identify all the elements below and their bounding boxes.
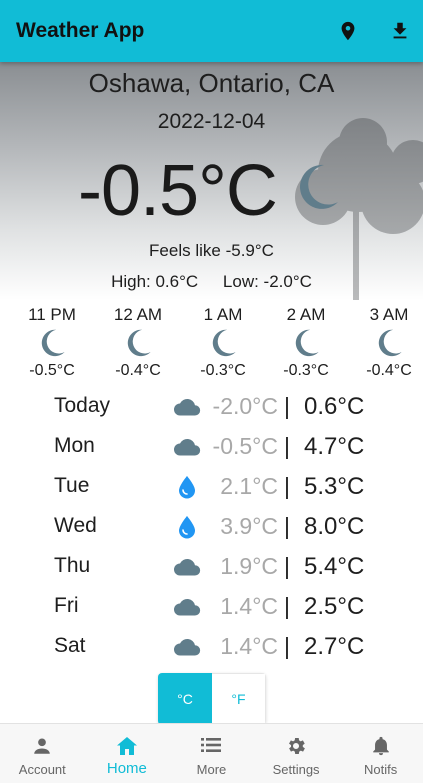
- location-name: Oshawa, Ontario, CA: [88, 68, 335, 98]
- day-low: -2.0°C: [212, 393, 278, 419]
- day-name: Mon: [54, 434, 95, 457]
- cloud-icon: [174, 598, 201, 616]
- day-high: 2.7°C: [304, 633, 365, 660]
- temp-separator: |: [284, 433, 290, 459]
- hourly-forecast[interactable]: 11 PM -0.5°C 12 AM -0.4°C 1 AM -0.3°C 2 …: [0, 304, 423, 384]
- current-temperature: -0.5°C: [78, 151, 278, 231]
- nav-label: Home: [106, 760, 147, 777]
- hour-temp: -0.4°C: [366, 362, 412, 379]
- high-temp: High: 0.6°C: [111, 272, 199, 291]
- day-name: Sat: [54, 634, 86, 657]
- hour-item: 1 AM -0.3°C: [188, 304, 258, 380]
- hour-time: 3 AM: [369, 305, 409, 324]
- celsius-button[interactable]: °C: [158, 673, 212, 725]
- moon-icon: [378, 329, 402, 357]
- nav-account[interactable]: Account: [0, 724, 85, 783]
- low-temp: Low: -2.0°C: [222, 272, 312, 291]
- cloud-icon: [174, 638, 201, 656]
- hour-item: 3 AM -0.4°C: [354, 304, 423, 380]
- feels-like: Feels like -5.9°C: [149, 241, 274, 260]
- unit-toggle: °C °F: [158, 673, 266, 725]
- list-icon: [201, 738, 222, 752]
- download-button[interactable]: [386, 17, 414, 45]
- download-icon: [393, 22, 407, 39]
- nav-settings[interactable]: Settings: [254, 724, 339, 783]
- daily-row: Fri 1.4°C | 2.5°C: [0, 588, 423, 628]
- temp-separator: |: [284, 473, 290, 499]
- high-low: High: 0.6°C Low: -2.0°C: [0, 272, 423, 292]
- day-high: 8.0°C: [304, 513, 365, 540]
- nav-home[interactable]: Home: [85, 724, 170, 783]
- day-low: 2.1°C: [220, 473, 278, 499]
- temp-separator: |: [284, 513, 290, 539]
- day-name: Fri: [54, 594, 79, 617]
- hour-time: 11 PM: [28, 305, 76, 324]
- location-button[interactable]: [334, 17, 362, 45]
- moon-icon: [299, 164, 338, 209]
- day-low: 1.4°C: [220, 633, 278, 659]
- hour-temp: -0.5°C: [29, 362, 75, 379]
- rain-drop-icon: [179, 516, 195, 539]
- hour-temp: -0.3°C: [283, 362, 329, 379]
- cloud-icon: [174, 558, 201, 576]
- home-icon: [116, 737, 137, 755]
- temp-separator: |: [284, 393, 290, 419]
- current-date: 2022-12-04: [157, 110, 266, 133]
- hour-item: 2 AM -0.3°C: [271, 304, 341, 380]
- hour-time: 1 AM: [203, 305, 243, 324]
- day-low: 1.9°C: [220, 553, 278, 579]
- temp-separator: |: [284, 553, 290, 579]
- cloud-icon: [174, 398, 201, 416]
- nav-label: Settings: [272, 762, 320, 777]
- bottom-navigation: Account Home More Settings Notifs: [0, 723, 423, 783]
- rain-drop-icon: [179, 476, 195, 499]
- nav-label: Account: [18, 762, 66, 777]
- hour-item: 11 PM -0.5°C: [17, 304, 87, 380]
- app-title: Weather App: [16, 19, 145, 42]
- moon-icon: [295, 329, 319, 357]
- moon-icon: [212, 329, 236, 357]
- day-low: 3.9°C: [220, 513, 278, 539]
- hour-time: 2 AM: [286, 305, 326, 324]
- daily-row: Wed 3.9°C | 8.0°C: [0, 508, 423, 548]
- daily-row: Tue 2.1°C | 5.3°C: [0, 468, 423, 508]
- daily-row: Thu 1.9°C | 5.4°C: [0, 548, 423, 588]
- day-name: Wed: [54, 514, 97, 537]
- daily-row: Sat 1.4°C | 2.7°C: [0, 628, 423, 668]
- bell-icon: [372, 736, 389, 756]
- day-low: 1.4°C: [220, 593, 278, 619]
- nav-more[interactable]: More: [169, 724, 254, 783]
- nav-notifs[interactable]: Notifs: [338, 724, 423, 783]
- nav-label: Notifs: [364, 762, 398, 777]
- nav-label: More: [196, 762, 227, 777]
- day-high: 2.5°C: [304, 593, 365, 620]
- moon-icon: [127, 329, 151, 357]
- day-high: 5.3°C: [304, 473, 365, 500]
- gear-icon: [289, 738, 305, 754]
- day-low: -0.5°C: [212, 433, 278, 459]
- location-pin-icon: [341, 21, 355, 41]
- day-high: 5.4°C: [304, 553, 365, 580]
- cloud-icon: [174, 438, 201, 456]
- day-high: 0.6°C: [304, 393, 365, 420]
- hour-temp: -0.3°C: [200, 362, 246, 379]
- moon-icon: [41, 329, 65, 357]
- day-name: Today: [54, 394, 111, 417]
- daily-row: Today -2.0°C | 0.6°C: [0, 388, 423, 428]
- hour-item: 12 AM -0.4°C: [103, 304, 173, 380]
- hour-time: 12 AM: [113, 305, 163, 324]
- day-name: Thu: [54, 554, 91, 577]
- temp-separator: |: [284, 593, 290, 619]
- day-high: 4.7°C: [304, 433, 365, 460]
- hour-temp: -0.4°C: [115, 362, 161, 379]
- account-icon: [34, 738, 51, 754]
- day-name: Tue: [54, 474, 90, 497]
- temp-separator: |: [284, 633, 290, 659]
- daily-row: Mon -0.5°C | 4.7°C: [0, 428, 423, 468]
- fahrenheit-button[interactable]: °F: [212, 673, 266, 725]
- app-bar: Weather App: [0, 0, 423, 62]
